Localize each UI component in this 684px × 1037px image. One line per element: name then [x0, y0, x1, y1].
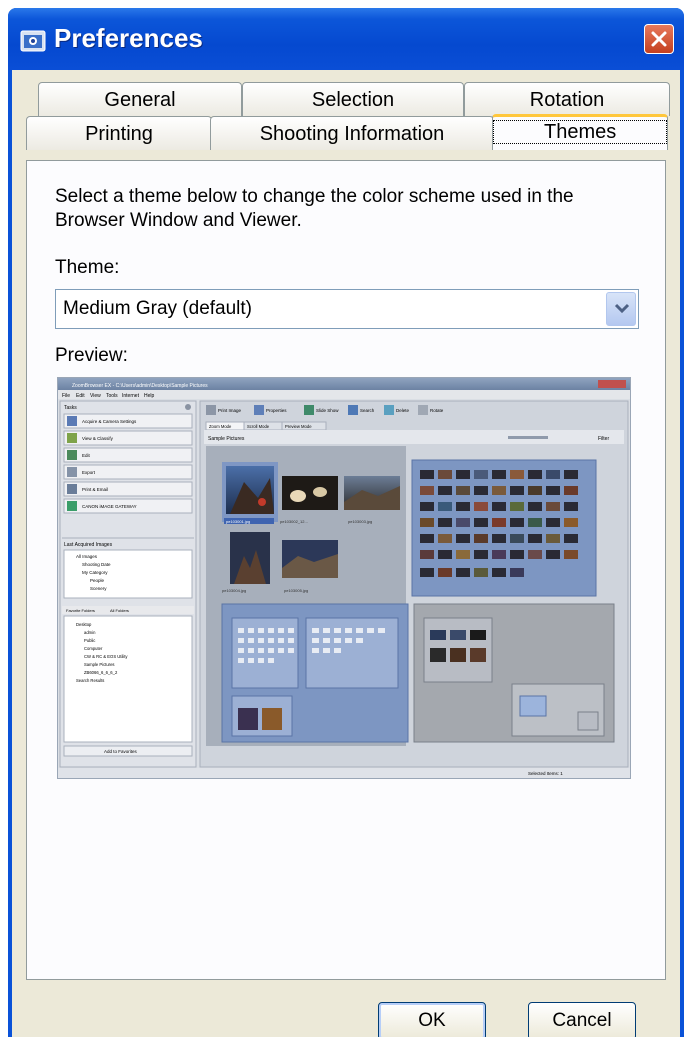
preview-thumb-3: pe103003.jpg: [348, 519, 372, 524]
preview-tool-rotate: Rotate: [430, 408, 444, 413]
preview-tool-search: Search: [360, 408, 375, 413]
preview-filter-label: Filter: [598, 436, 609, 442]
preview-thumb-4: pe103004.jpg: [222, 588, 246, 593]
tab-printing[interactable]: Printing: [26, 116, 212, 150]
preview-thumb-1: pe103001.jpg: [226, 519, 250, 524]
preview-app-title: ZoomBrowser EX - C:\Users\admin\Desktop\…: [72, 383, 208, 389]
preview-folder-tab-1: Favorite Folders: [66, 608, 95, 613]
preview-folder-1: Desktop: [76, 622, 92, 627]
theme-dropdown-value: Medium Gray (default): [63, 298, 253, 319]
ok-button[interactable]: OK: [378, 1002, 486, 1037]
preview-folder-6: Sample Pictures: [84, 662, 115, 667]
preview-folder-4: Computer: [84, 646, 103, 651]
preview-lai-3: My Category: [82, 570, 108, 575]
preview-menu-internet: Internet: [122, 393, 140, 399]
close-icon: [651, 31, 667, 47]
preview-folder-5: CW & RC & EOS Utility: [84, 654, 128, 659]
preview-tool-delete: Delete: [396, 408, 410, 413]
tab-selection-label: Selection: [311, 89, 395, 111]
preview-menu-view: View: [90, 393, 101, 399]
preferences-app-icon: [20, 30, 46, 52]
preview-folder-label: Sample Pictures: [208, 436, 245, 442]
cancel-button[interactable]: Cancel: [528, 1002, 636, 1037]
preview-task-1: Acquire & Camera Settings: [82, 419, 137, 424]
theme-description: Select a theme below to change the color…: [55, 186, 574, 231]
preview-thumb-5: pe103005.jpg: [284, 588, 308, 593]
preview-menu-file: File: [62, 393, 70, 399]
preview-folder-3: Public: [84, 638, 95, 643]
tab-rotation[interactable]: Rotation: [464, 82, 670, 116]
preview-mode-preview: Preview Mode: [285, 424, 312, 429]
preview-lai-2: Shooting Date: [82, 562, 111, 567]
tab-shooting-information[interactable]: Shooting Information: [210, 116, 494, 150]
preview-menu-tools: Tools: [106, 393, 118, 399]
tab-shooting-information-label: Shooting Information: [259, 123, 445, 145]
tab-themes-label: Themes: [493, 120, 668, 144]
tab-general-label: General: [104, 89, 176, 111]
theme-dropdown[interactable]: Medium Gray (default): [55, 289, 639, 329]
preview-folder-tab-2: All Folders: [110, 608, 129, 613]
preview-folder-8: Search Results: [76, 678, 104, 683]
preview-mode-zoom: Zoom Mode: [209, 424, 232, 429]
preview-tool-properties: Properties: [266, 408, 287, 413]
preview-tasks-header: Tasks: [64, 405, 77, 411]
preview-add-favorites: Add to Favorites: [104, 749, 138, 754]
tab-selection[interactable]: Selection: [242, 82, 464, 116]
preview-status: Selected Items: 1: [528, 771, 563, 776]
title-bar[interactable]: Preferences: [8, 8, 684, 70]
preview-lai-4: People: [90, 578, 105, 583]
theme-dropdown-button[interactable]: [606, 292, 636, 326]
preview-task-5: Print & Email: [82, 487, 108, 492]
preview-lai-1: All Images: [76, 554, 98, 559]
preview-folder-2: admin: [84, 630, 96, 635]
preview-task-2: View & Classify: [82, 436, 114, 441]
preview-task-6: CANON iMAGE GATEWAY: [82, 504, 137, 509]
preview-label: Preview:: [55, 345, 128, 366]
tab-printing-label: Printing: [85, 123, 153, 145]
dialog-body: General Selection Rotation Printing Shoo…: [12, 70, 680, 1037]
preview-lai-5: Scenery: [90, 586, 107, 591]
tab-general[interactable]: General: [38, 82, 242, 116]
preview-thumb-2: pe103002_12...: [280, 519, 308, 524]
chevron-down-icon: [614, 303, 630, 314]
preview-last-acquired-header: Last Acquired Images: [64, 542, 113, 548]
preferences-window: Preferences General Selection Rotation P…: [8, 8, 684, 1037]
tab-themes[interactable]: Themes: [492, 114, 668, 150]
themes-panel: Select a theme below to change the color…: [26, 160, 666, 980]
preview-menu-edit: Edit: [76, 393, 85, 399]
preview-folder-7: ZB6066_6_6_6_2: [84, 670, 118, 675]
close-button[interactable]: [644, 24, 674, 54]
theme-label: Theme:: [55, 257, 120, 278]
theme-preview: ZoomBrowser EX - C:\Users\admin\Desktop\…: [57, 377, 631, 779]
tab-rotation-label: Rotation: [529, 89, 605, 111]
preview-menu-help: Help: [144, 393, 155, 399]
preview-tool-print: Print Image: [218, 408, 242, 413]
preview-tool-slideshow: Slide Show: [316, 408, 339, 413]
preview-task-4: Export: [82, 470, 96, 475]
preview-task-3: Edit: [82, 453, 91, 458]
preview-mode-scroll: Scroll Mode: [247, 424, 270, 429]
window-title: Preferences: [54, 23, 203, 53]
theme-preview-image: ZoomBrowser EX - C:\Users\admin\Desktop\…: [58, 378, 630, 778]
